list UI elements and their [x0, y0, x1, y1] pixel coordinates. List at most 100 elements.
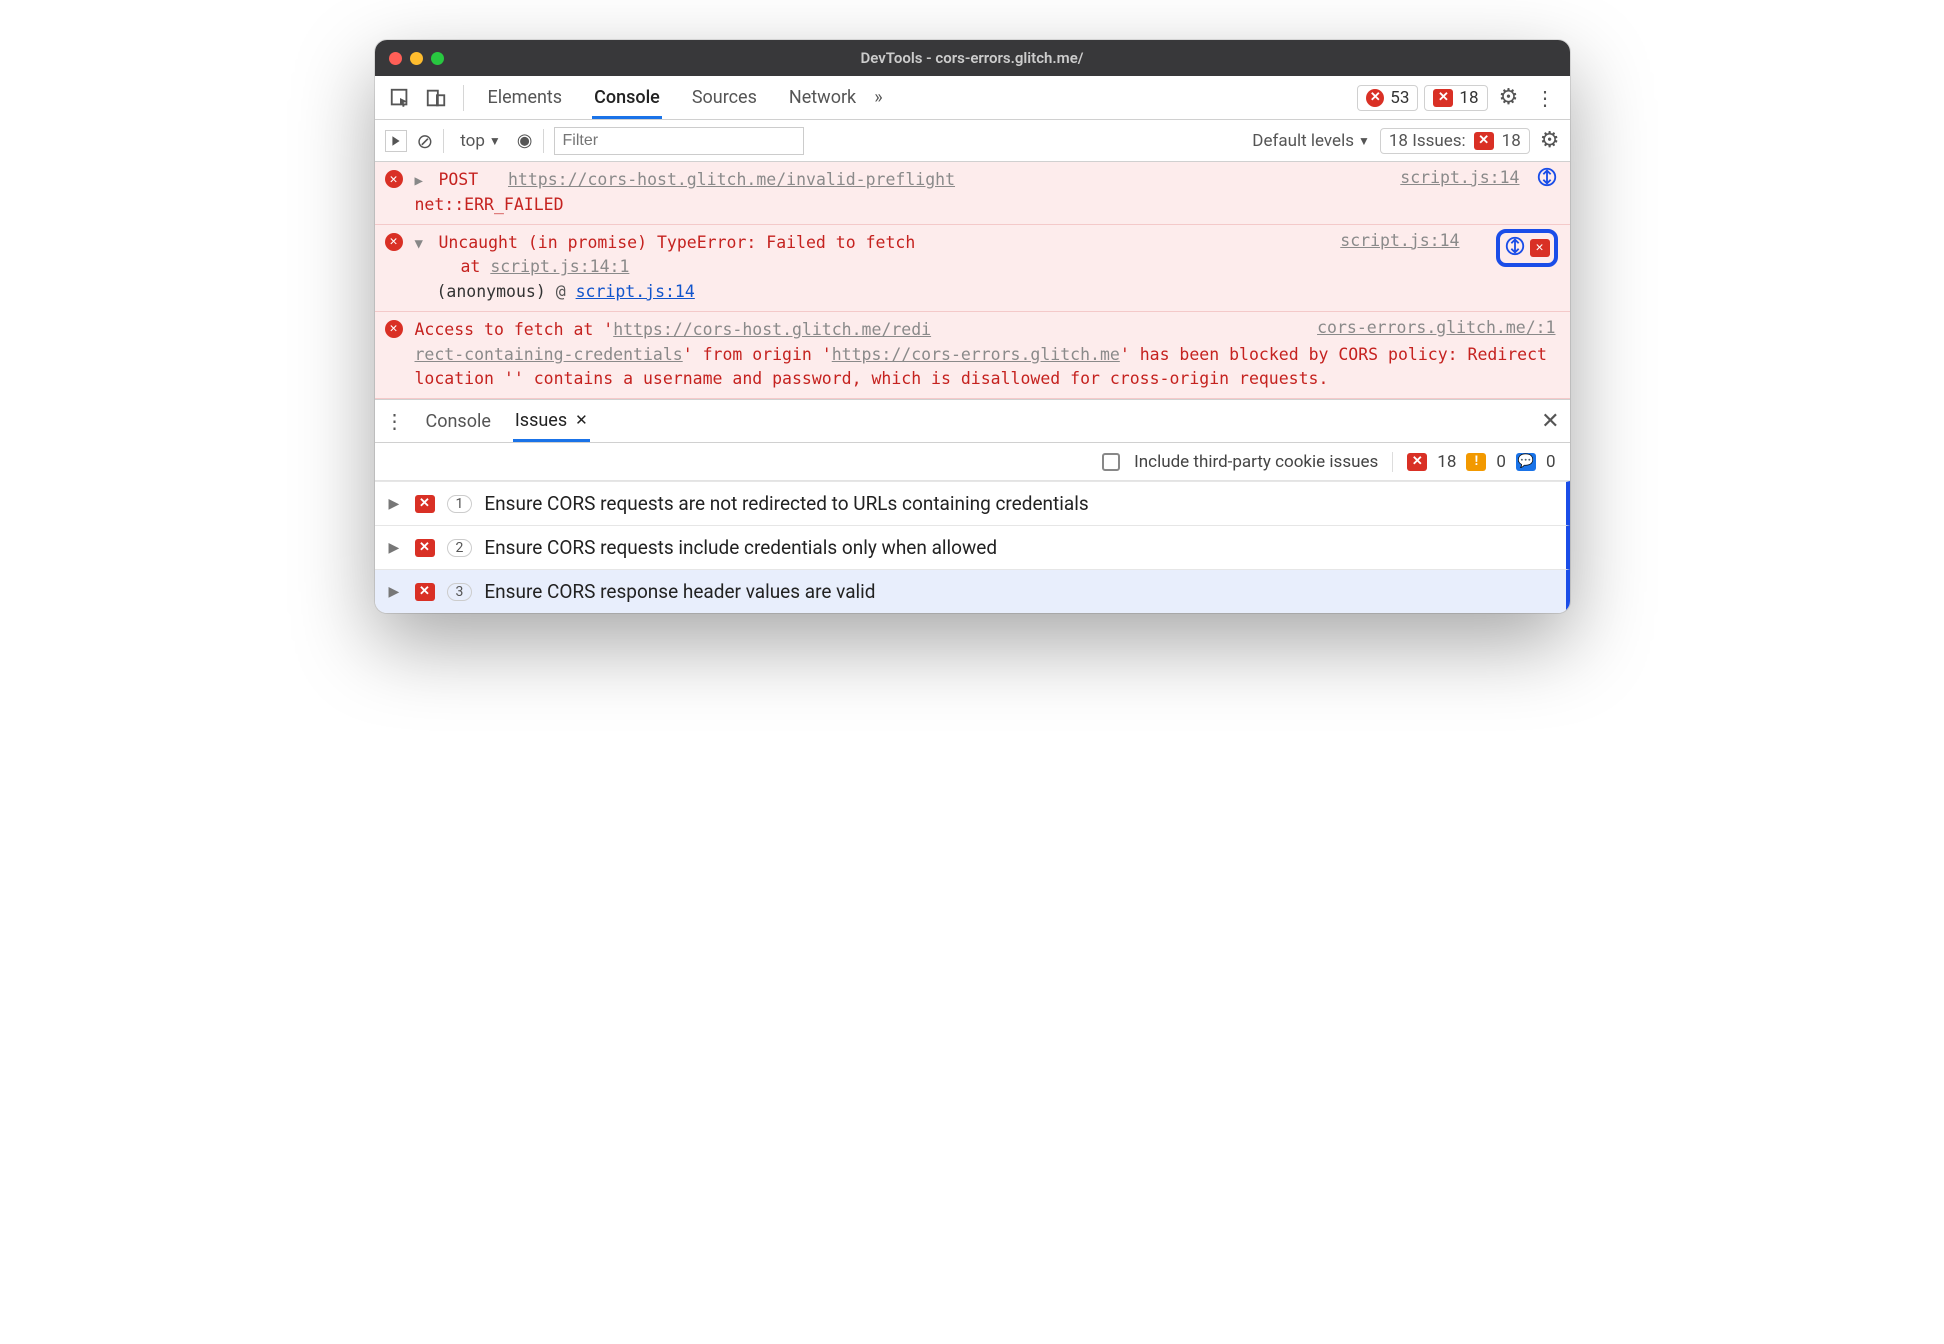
console-error-row[interactable]: ✕ ▶ POST https://cors-host.glitch.me/inv… — [375, 162, 1570, 225]
issue-info-icon: 💬 — [1516, 453, 1536, 471]
levels-label: Default levels — [1252, 131, 1354, 151]
origin-url[interactable]: https://cors-errors.glitch.me — [832, 345, 1120, 364]
network-panel-icon[interactable] — [1536, 166, 1558, 192]
traffic-lights — [389, 52, 444, 65]
source-location[interactable]: script.js:14 — [1340, 231, 1459, 250]
tab-elements[interactable]: Elements — [486, 77, 565, 119]
expand-icon[interactable]: ▶ — [389, 584, 403, 600]
issue-count-badge[interactable]: ✕ 18 — [1424, 85, 1487, 111]
issue-info-count: 0 — [1546, 452, 1556, 472]
inspect-element-icon[interactable] — [385, 83, 415, 113]
more-menu-icon[interactable]: ⋮ — [1530, 83, 1560, 113]
console-settings-icon[interactable]: ⚙ — [1540, 128, 1560, 153]
issue-title: Ensure CORS requests include credentials… — [484, 536, 997, 559]
close-drawer-icon[interactable]: ✕ — [1541, 409, 1559, 434]
separator — [463, 85, 464, 111]
settings-icon[interactable]: ⚙ — [1494, 83, 1524, 113]
context-label: top — [460, 131, 485, 151]
minimize-window-icon[interactable] — [410, 52, 423, 65]
issues-count: 18 — [1502, 131, 1521, 151]
request-url[interactable]: https://cors-host.glitch.me/invalid-pref… — [508, 170, 955, 189]
collapse-icon[interactable]: ▼ — [415, 234, 429, 255]
issue-row[interactable]: ▶ ✕ 2 Ensure CORS requests include crede… — [375, 525, 1570, 569]
issue-row[interactable]: ▶ ✕ 1 Ensure CORS requests are not redir… — [375, 481, 1570, 525]
device-toolbar-icon[interactable] — [421, 83, 451, 113]
highlighted-actions: ✕ — [1496, 229, 1558, 267]
error-icon: ✕ — [385, 170, 403, 188]
clear-console-icon[interactable]: ⊘ — [417, 129, 434, 153]
issue-icon: ✕ — [415, 583, 435, 601]
drawer-tabbar: ⋮ Console Issues ✕ ✕ — [375, 399, 1570, 443]
error-icon: ✕ — [1366, 89, 1384, 107]
issues-label: 18 Issues: — [1389, 131, 1466, 151]
msg-text: Access to fetch at ' — [415, 320, 614, 339]
chevron-down-icon: ▼ — [489, 134, 501, 148]
console-messages: ✕ ▶ POST https://cors-host.glitch.me/inv… — [375, 162, 1570, 399]
toggle-sidebar-icon[interactable] — [385, 130, 407, 152]
issue-icon: ✕ — [1433, 89, 1453, 107]
error-count-badge[interactable]: ✕ 53 — [1357, 85, 1418, 111]
source-location[interactable]: script.js:14 — [1400, 168, 1519, 187]
issue-title: Ensure CORS response header values are v… — [484, 580, 875, 603]
issue-count-pill: 2 — [447, 539, 473, 557]
blocked-url-cont[interactable]: rect-containing-credentials — [415, 345, 683, 364]
http-method: POST — [438, 170, 478, 189]
issues-toolbar: Include third-party cookie issues ✕ 18 !… — [375, 443, 1570, 481]
issue-warn-count: 0 — [1496, 452, 1506, 472]
stack-fn: (anonymous) — [437, 282, 546, 301]
error-icon: ✕ — [385, 233, 403, 251]
console-error-row[interactable]: ✕ Access to fetch at 'https://cors-host.… — [375, 312, 1570, 399]
blocked-url[interactable]: https://cors-host.glitch.me/redi — [613, 320, 931, 339]
panel-tabs: Elements Console Sources Network — [486, 77, 859, 119]
issue-icon[interactable]: ✕ — [1530, 239, 1550, 257]
tab-console[interactable]: Console — [592, 77, 662, 119]
filter-input[interactable] — [554, 127, 804, 155]
network-panel-icon[interactable] — [1504, 235, 1526, 261]
error-count: 53 — [1390, 88, 1409, 108]
drawer-tab-issues[interactable]: Issues ✕ — [513, 401, 590, 442]
expand-icon[interactable]: ▶ — [415, 171, 429, 192]
drawer-tab-console[interactable]: Console — [424, 402, 493, 440]
main-tabbar: Elements Console Sources Network » ✕ 53 … — [375, 76, 1570, 120]
issue-title: Ensure CORS requests are not redirected … — [484, 492, 1088, 515]
stack-source-link[interactable]: script.js:14 — [576, 282, 695, 301]
issue-counts: ✕ 18 ! 0 💬 0 — [1392, 452, 1555, 472]
window-title: DevTools - cors-errors.glitch.me/ — [861, 49, 1084, 67]
stack-at-symbol: @ — [556, 282, 566, 301]
separator — [443, 129, 444, 153]
chevron-down-icon: ▼ — [1358, 134, 1370, 148]
close-tab-icon[interactable]: ✕ — [575, 411, 588, 429]
console-error-row[interactable]: ✕ ▼ Uncaught (in promise) TypeError: Fai… — [375, 225, 1570, 312]
close-window-icon[interactable] — [389, 52, 402, 65]
issue-row[interactable]: ▶ ✕ 3 Ensure CORS response header values… — [375, 569, 1570, 613]
source-location[interactable]: cors-errors.glitch.me/:1 — [1317, 318, 1555, 337]
stack-link[interactable]: script.js:14:1 — [490, 257, 629, 276]
console-toolbar: ⊘ top ▼ ◉ Default levels ▼ 18 Issues: ✕ … — [375, 120, 1570, 162]
error-message: Uncaught (in promise) TypeError: Failed … — [438, 233, 915, 252]
issue-icon: ✕ — [1474, 132, 1494, 150]
log-levels-selector[interactable]: Default levels ▼ — [1252, 131, 1370, 151]
expand-icon[interactable]: ▶ — [389, 496, 403, 512]
third-party-checkbox[interactable] — [1102, 453, 1120, 471]
msg-text: ' from origin ' — [683, 345, 832, 364]
separator — [543, 129, 544, 153]
titlebar: DevTools - cors-errors.glitch.me/ — [375, 40, 1570, 76]
issue-icon: ✕ — [415, 495, 435, 513]
drawer-tab-label: Issues — [515, 410, 567, 431]
tab-sources[interactable]: Sources — [690, 77, 759, 119]
drawer-menu-icon[interactable]: ⋮ — [385, 409, 404, 433]
issue-icon: ✕ — [415, 539, 435, 557]
error-icon: ✕ — [385, 320, 403, 338]
issues-summary[interactable]: 18 Issues: ✕ 18 — [1380, 128, 1530, 154]
issue-warn-icon: ! — [1466, 453, 1486, 471]
zoom-window-icon[interactable] — [431, 52, 444, 65]
stack-at: at script.js:14:1 — [461, 257, 630, 276]
tab-network[interactable]: Network — [787, 77, 858, 119]
expand-icon[interactable]: ▶ — [389, 540, 403, 556]
context-selector[interactable]: top ▼ — [454, 129, 507, 153]
live-expression-icon[interactable]: ◉ — [517, 130, 533, 151]
issue-count: 18 — [1459, 88, 1478, 108]
tabs-overflow-icon[interactable]: » — [874, 87, 882, 108]
issue-count-pill: 3 — [447, 583, 473, 601]
checkbox-label: Include third-party cookie issues — [1134, 452, 1378, 472]
